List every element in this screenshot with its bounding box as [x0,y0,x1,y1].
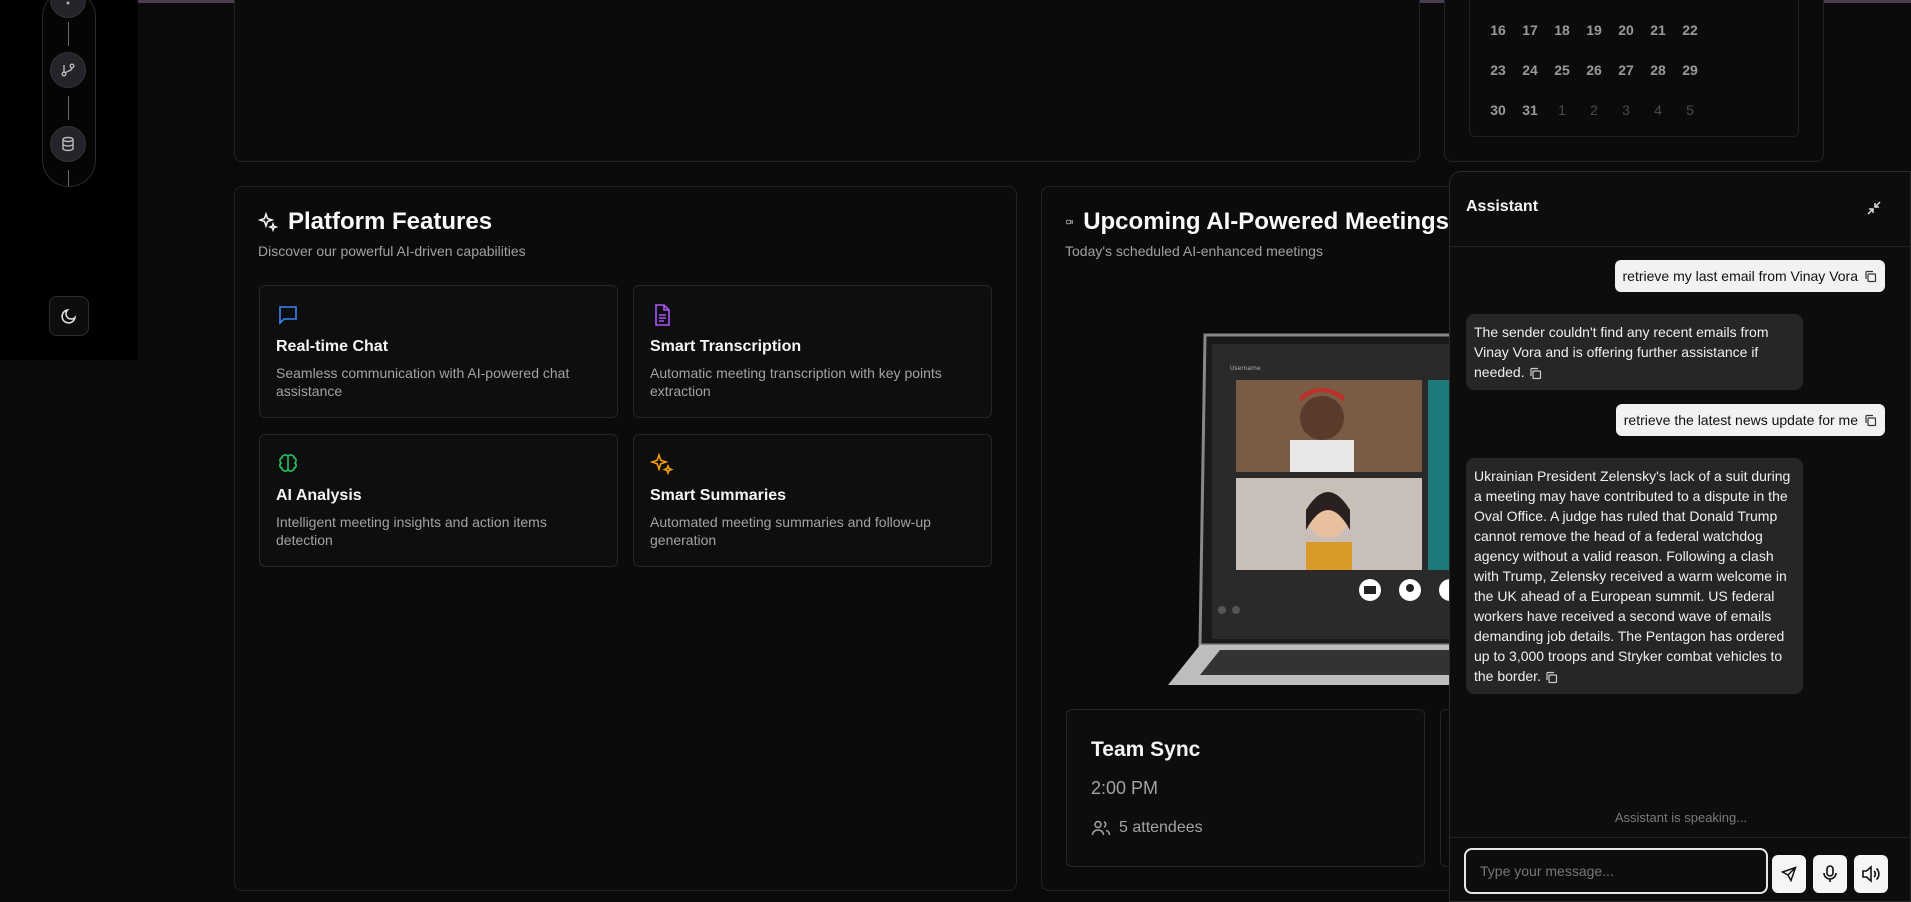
sidebar [0,0,138,360]
sparkles-icon [258,212,278,232]
calendar-day[interactable]: 17 [1514,16,1546,44]
calendar-day[interactable]: 27 [1610,56,1642,84]
feature-title: AI Analysis [276,487,362,504]
calendar-day[interactable]: 16 [1482,16,1514,44]
assistant-message: Ukrainian President Zelensky's lack of a… [1466,458,1803,694]
microphone-icon [1823,865,1837,882]
nav-connector [68,22,69,46]
feature-title: Smart Transcription [650,338,802,355]
document-icon [655,304,670,326]
copy-icon[interactable] [1545,671,1558,684]
feature-desc: Intelligent meeting insights and action … [276,514,547,548]
calendar-day[interactable]: 21 [1642,16,1674,44]
laptop-username: Username [1230,365,1261,372]
calendar-day[interactable]: 1 [1546,96,1578,124]
assistant-message: The sender couldn't find any recent emai… [1466,314,1803,390]
feature-desc: Automatic meeting transcription with key… [650,365,942,399]
assistant-panel: Assistant retrieve my last email from Vi… [1449,171,1911,902]
meetings-title: Upcoming AI-Powered Meetings [1066,208,1449,236]
laptop-illustration: Username [1160,330,1460,685]
calendar-day[interactable]: 30 [1482,96,1514,124]
users-icon [1091,820,1111,836]
calendar-grid: 16 17 18 19 20 21 22 23 24 25 26 27 28 29 30 31 1 2 3 4 5 [1482,16,1706,124]
calendar-day[interactable]: 31 [1514,96,1546,124]
assistant-status: Assistant is speaking... [1614,810,1748,825]
message-composer [1450,837,1911,902]
assistant-title: Assistant [1466,198,1539,215]
header-divider [1450,246,1911,247]
moon-icon [61,308,77,324]
user-message: retrieve the latest news update for me [1615,404,1885,436]
minimize-button[interactable] [1860,194,1888,222]
platform-features-subtitle: Discover our powerful AI-driven capabili… [258,243,526,259]
speaker-icon [1862,865,1880,883]
meeting-attendees: 5 attendees [1091,818,1203,838]
calendar-day[interactable]: 2 [1578,96,1610,124]
meetings-subtitle: Today's scheduled AI-enhanced meetings [1065,243,1323,259]
feature-desc: Automated meeting summaries and follow-u… [650,514,931,548]
theme-toggle-button[interactable] [49,296,89,336]
calendar-day[interactable]: 29 [1674,56,1706,84]
feature-card-ai-analysis[interactable]: AI Analysis Intelligent meeting insights… [259,434,618,567]
meeting-time: 2:00 PM [1091,778,1159,798]
message-input[interactable] [1464,848,1768,894]
meeting-card-team-sync[interactable]: Team Sync 2:00 PM 5 attendees [1066,709,1425,867]
copy-icon[interactable] [1864,414,1877,427]
feature-card-realtime-chat[interactable]: Real-time Chat Seamless communication wi… [259,285,618,418]
minimize-icon [1867,201,1881,215]
nav-connector [68,96,69,120]
copy-icon[interactable] [1864,270,1877,283]
copy-icon[interactable] [1529,367,1542,380]
feature-title: Real-time Chat [276,338,389,355]
send-icon [1781,866,1797,882]
feature-title: Smart Summaries [650,487,787,504]
calendar-day[interactable]: 23 [1482,56,1514,84]
calendar-day[interactable]: 25 [1546,56,1578,84]
microphone-button[interactable] [1813,855,1847,893]
feature-card-smart-summaries[interactable]: Smart Summaries Automated meeting summar… [633,434,992,567]
calendar-day[interactable]: 4 [1642,96,1674,124]
calendar-day[interactable]: 19 [1578,16,1610,44]
git-branch-icon[interactable] [50,52,86,88]
meeting-title: Team Sync [1091,738,1201,761]
feature-card-smart-transcription[interactable]: Smart Transcription Automatic meeting tr… [633,285,992,418]
calendar-day[interactable]: 24 [1514,56,1546,84]
speaker-button[interactable] [1854,855,1888,893]
calendar-day[interactable]: 26 [1578,56,1610,84]
calendar-day[interactable]: 22 [1674,16,1706,44]
calendar-day[interactable]: 3 [1610,96,1642,124]
calendar-day[interactable]: 5 [1674,96,1706,124]
calendar-day[interactable]: 28 [1642,56,1674,84]
sparkles-icon [650,452,674,476]
feature-desc: Seamless communication with AI-powered c… [276,365,570,399]
platform-features-title: Platform Features [258,208,492,236]
video-icon [1066,219,1073,225]
chat-icon [279,306,297,325]
send-button[interactable] [1772,855,1806,893]
top-panel [234,0,1420,162]
calendar-day[interactable]: 20 [1610,16,1642,44]
brain-icon [279,454,297,472]
nav-connector [68,170,69,186]
user-message: retrieve my last email from Vinay Vora [1614,260,1885,292]
database-icon[interactable] [50,126,86,162]
calendar-day[interactable]: 18 [1546,16,1578,44]
